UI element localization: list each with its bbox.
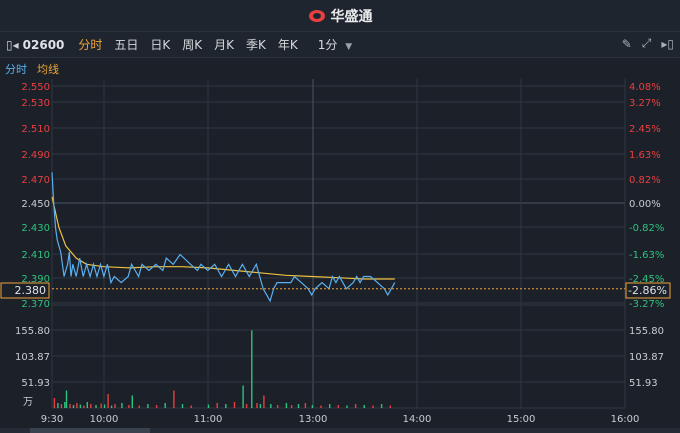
volume-bar [259,404,262,408]
volume-tick-label: 51.93 [21,378,50,389]
volume-bar [64,402,66,408]
volume-bar [147,404,149,408]
volume-tick-label: 51.93 [629,378,658,389]
volume-bar [320,405,322,408]
intraday-chart[interactable]: 2.550 2.530 2.510 2.490 2.470 2.450 2.430 2.410… [0,0,680,433]
volume-bar [346,405,348,408]
volume-bar [114,404,116,408]
current-pct-tag: -2.86% [625,282,671,299]
pct-tick-label: 2.45% [629,124,661,135]
price-tick-label: 2.410 [21,250,50,261]
pct-tick-label: 4.08% [629,82,661,93]
volume-bar [69,404,71,408]
price-tick-label: 2.370 [21,299,50,310]
current-price-value: 2.380 [15,284,47,297]
pct-tick-label: 0.00% [629,199,661,210]
volume-bar [155,405,158,408]
volume-bar [270,404,272,408]
average-line [51,196,395,280]
volume-bar [329,404,331,408]
pct-tick-label: 3.27% [629,98,661,109]
time-tick-label: 15:00 [507,414,536,425]
volume-tick-label: 103.87 [629,352,664,363]
time-tick-label: 9:30 [41,414,63,425]
volume-axis: 155.80 155.80 103.87 103.87 51.93 51.93 [15,326,664,389]
volume-bar [121,403,123,408]
volume-bar [233,402,236,408]
volume-bar [363,405,365,408]
volume-bar [72,405,75,408]
volume-bar [216,403,218,408]
time-tick-label: 16:00 [611,414,640,425]
current-price-tag: 2.380 [0,282,50,299]
volume-bar [380,404,383,408]
price-tick-label: 2.470 [21,175,50,186]
time-tick-label: 14:00 [403,414,432,425]
volume-bar [277,405,279,408]
pct-tick-label: 1.63% [629,150,661,161]
price-axis: 2.550 2.530 2.510 2.490 2.470 2.450 2.430 2.410… [21,82,50,310]
price-tick-label: 2.550 [21,82,50,93]
volume-bar [110,405,113,408]
volume-bar [225,404,227,408]
price-tick-label: 2.450 [21,199,50,210]
time-tick-label: 13:00 [299,414,328,425]
price-tick-label: 2.430 [21,223,50,234]
volume-bar [57,403,59,408]
volume-tick-label: 155.80 [629,326,664,337]
timeline-scroll-thumb [30,428,150,433]
volume-bar [65,390,68,408]
volume-bar [60,404,63,408]
volume-bar [242,385,244,408]
time-tick-label: 11:00 [194,414,223,425]
pct-tick-label: -1.63% [629,250,664,261]
volume-bar [103,404,106,408]
volume-bar [354,404,357,408]
pct-tick-label: -0.82% [629,223,664,234]
volume-bar [76,403,78,408]
volume-bar [263,395,265,408]
volume-bar [83,405,85,408]
volume-bar [79,404,82,408]
volume-unit: 万 [23,397,33,408]
volume-bar [95,405,97,408]
volume-bar [311,405,314,408]
price-line [51,172,396,303]
volume-bar [245,404,248,408]
chart-grid [51,79,626,409]
volume-bar [190,405,192,408]
volume-tick-label: 155.80 [15,326,50,337]
volume-bar [173,390,175,408]
volume-tick-label: 103.87 [15,352,50,363]
volume-bar [297,404,300,408]
percent-axis: 4.08% 3.27% 2.45% 1.63% 0.82% 0.00% -0.82% -1.6… [629,82,664,310]
volume-bar [128,405,130,408]
price-tick-label: 2.530 [21,98,50,109]
current-pct-value: -2.86% [628,284,667,297]
volume-bar [389,405,391,408]
volume-bar [290,405,293,408]
volume-bar [256,403,258,408]
volume-bar [372,405,374,408]
volume-bar [86,402,88,408]
volume-bar [107,394,109,408]
time-tick-label: 10:00 [90,414,119,425]
volume-bar [181,404,184,408]
volume-bar [304,403,307,408]
pct-tick-label: 0.82% [629,175,661,186]
volume-bar [251,330,253,408]
pct-tick-label: -3.27% [629,299,664,310]
volume-bar [53,398,56,408]
volume-bar [138,405,140,408]
time-axis: 9:30 10:00 11:00 13:00 14:00 15:00 16:00 [0,414,680,433]
volume-bar [285,403,288,408]
price-tick-label: 2.510 [21,124,50,135]
volume-bar [337,405,339,408]
price-tick-label: 2.490 [21,150,50,161]
volume-bar [90,404,92,408]
volume-bar [100,403,102,408]
volume-bar [131,395,133,408]
volume-bar [207,404,210,408]
volume-bar [164,403,166,408]
